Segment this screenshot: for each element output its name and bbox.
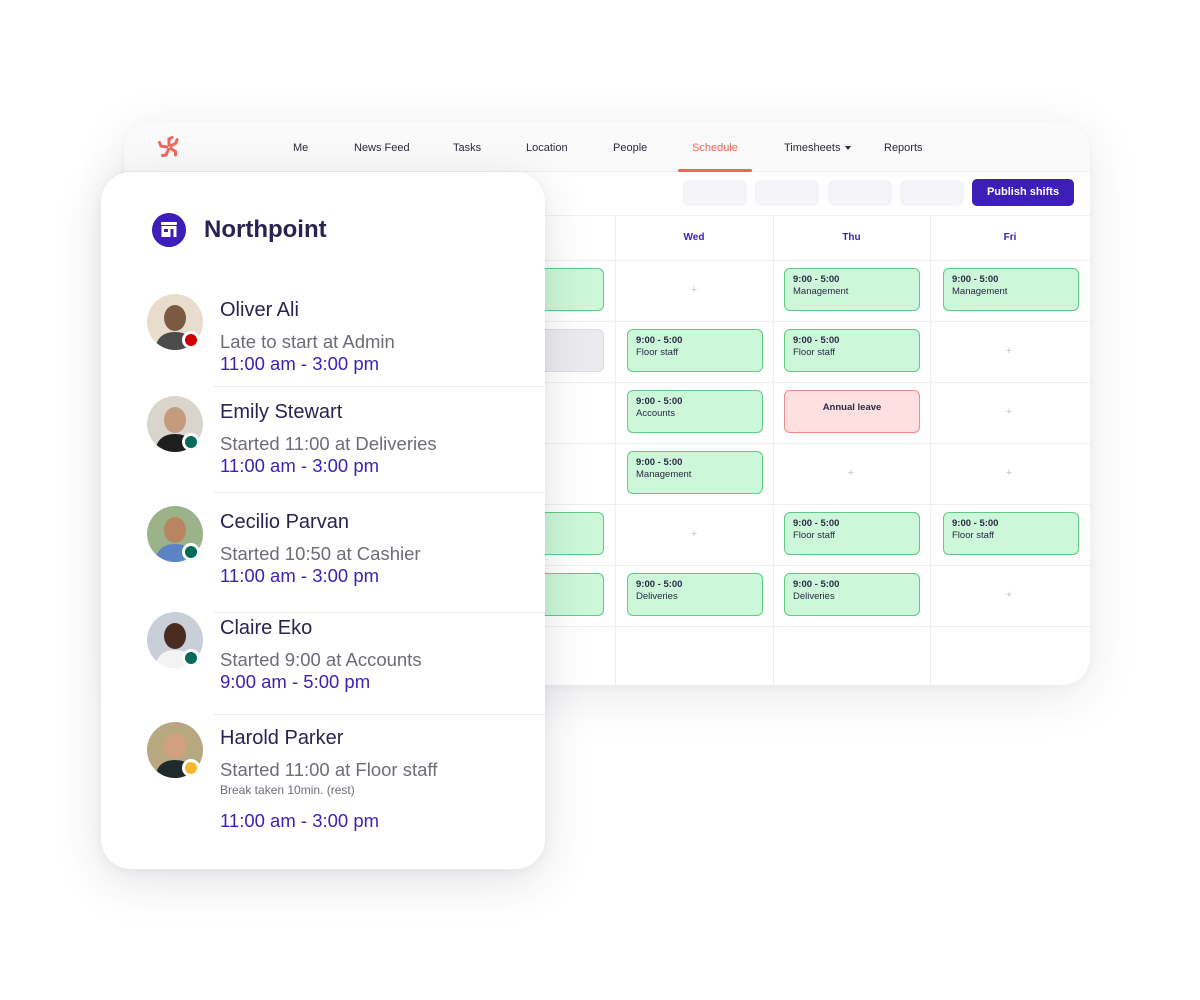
shift-time: 9:00 - 5:00 [793, 274, 840, 285]
list-divider [214, 492, 545, 493]
add-shift-icon[interactable]: + [1003, 589, 1015, 601]
nav-news-feed[interactable]: News Feed [354, 122, 410, 172]
starburst-logo-icon[interactable] [158, 136, 180, 158]
nav-reports[interactable]: Reports [884, 122, 923, 172]
shift-block[interactable]: 9:00 - 5:00 Deliveries [784, 573, 920, 616]
shift-time-range: 11:00 am - 3:00 pm [220, 353, 380, 374]
shift-time: 9:00 - 5:00 [793, 335, 840, 346]
shift-role: Management [952, 286, 1008, 297]
location-title: Northpoint [204, 216, 327, 243]
person-status: Late to start at Admin [220, 331, 395, 352]
person-name: Cecilio Parvan [220, 511, 349, 533]
day-header-wed: Wed [683, 232, 705, 243]
publish-shifts-button[interactable]: Publish shifts [972, 179, 1074, 206]
nav-people[interactable]: People [613, 122, 647, 172]
location-panel: Northpoint Oliver Ali Late to start at A… [101, 172, 545, 869]
shift-role: Deliveries [793, 591, 835, 602]
top-navigation: Me News Feed Tasks Location People Sched… [124, 122, 1090, 172]
shift-block[interactable]: 9:00 - 5:00 Floor staff [627, 329, 763, 372]
person-list-item[interactable]: Claire Eko Started 9:00 at Accounts 9:00… [101, 608, 545, 715]
shift-block[interactable]: 9:00 - 5:00 Management [943, 268, 1079, 311]
nav-tasks[interactable]: Tasks [453, 122, 481, 172]
nav-me[interactable]: Me [293, 122, 308, 172]
shift-time-range: 9:00 am - 5:00 pm [220, 671, 371, 692]
grid-divider [773, 216, 774, 685]
person-status: Started 11:00 at Floor staff [220, 759, 438, 780]
nav-timesheets-label: Timesheets [784, 142, 841, 154]
grid-divider [615, 216, 616, 685]
shift-block[interactable]: 9:00 - 5:00 Floor staff [784, 512, 920, 555]
list-divider [214, 714, 545, 715]
person-name: Emily Stewart [220, 401, 343, 423]
store-icon [152, 213, 186, 247]
person-name: Harold Parker [220, 727, 344, 749]
shift-role: Floor staff [793, 530, 836, 541]
shift-block[interactable]: 9:00 - 5:00 Accounts [627, 390, 763, 433]
nav-timesheets[interactable]: Timesheets [784, 122, 852, 172]
add-shift-icon[interactable]: + [688, 284, 700, 296]
shift-block[interactable]: 9:00 - 5:00 Deliveries [627, 573, 763, 616]
person-list-item[interactable]: Emily Stewart Started 11:00 at Deliverie… [101, 392, 545, 493]
person-status: Started 9:00 at Accounts [220, 649, 422, 670]
avatar [147, 612, 203, 668]
toolbar-control-4[interactable] [900, 180, 964, 206]
add-shift-icon[interactable]: + [845, 467, 857, 479]
shift-time-range: 11:00 am - 3:00 pm [220, 565, 380, 586]
avatar [147, 294, 203, 350]
avatar [147, 722, 203, 778]
avatar [147, 396, 203, 452]
shift-block[interactable]: 9:00 - 5:00 Floor staff [943, 512, 1079, 555]
caret-down-icon [845, 146, 852, 150]
shift-role: Floor staff [952, 530, 995, 541]
shift-role: Accounts [636, 408, 676, 419]
status-indicator [182, 543, 200, 561]
nav-location[interactable]: Location [526, 122, 568, 172]
grid-divider [930, 216, 931, 685]
break-note: Break taken 10min. (rest) [220, 783, 355, 797]
shift-time: 9:00 - 5:00 [793, 518, 840, 529]
shift-time: 9:00 - 5:00 [793, 579, 840, 590]
day-header-thu: Thu [842, 232, 861, 243]
shift-time: 9:00 - 5:00 [636, 457, 683, 468]
shift-time: 9:00 - 5:00 [636, 396, 683, 407]
shift-time-range: 11:00 am - 3:00 pm [220, 455, 380, 476]
shift-role: Deliveries [636, 591, 678, 602]
person-status: Started 10:50 at Cashier [220, 543, 421, 564]
toolbar-control-2[interactable] [755, 180, 819, 206]
person-status: Started 11:00 at Deliveries [220, 433, 437, 454]
toolbar-control-3[interactable] [828, 180, 892, 206]
add-shift-icon[interactable]: + [688, 528, 700, 540]
shift-role: Floor staff [793, 347, 836, 358]
shift-time: 9:00 - 5:00 [636, 335, 683, 346]
status-indicator [182, 759, 200, 777]
shift-role: Management [636, 469, 692, 480]
status-indicator [182, 331, 200, 349]
list-divider [214, 386, 545, 387]
add-shift-icon[interactable]: + [1003, 467, 1015, 479]
shift-block[interactable]: 9:00 - 5:00 Management [627, 451, 763, 494]
person-list-item[interactable]: Oliver Ali Late to start at Admin 11:00 … [101, 290, 545, 390]
annual-leave-block[interactable]: Annual leave [784, 390, 920, 433]
shift-block[interactable]: 9:00 - 5:00 Floor staff [784, 329, 920, 372]
day-header-fri: Fri [1003, 232, 1017, 243]
shift-block[interactable]: 9:00 - 5:00 Management [784, 268, 920, 311]
status-indicator [182, 649, 200, 667]
shift-time: 9:00 - 5:00 [636, 579, 683, 590]
add-shift-icon[interactable]: + [1003, 345, 1015, 357]
person-name: Oliver Ali [220, 299, 299, 321]
add-shift-icon[interactable]: + [1003, 406, 1015, 418]
status-indicator [182, 433, 200, 451]
person-name: Claire Eko [220, 617, 313, 639]
avatar [147, 506, 203, 562]
shift-role: Floor staff [636, 347, 679, 358]
shift-time: 9:00 - 5:00 [952, 274, 999, 285]
person-list-item[interactable]: Harold Parker Started 11:00 at Floor sta… [101, 718, 545, 831]
person-list-item[interactable]: Cecilio Parvan Started 10:50 at Cashier … [101, 502, 545, 613]
nav-schedule[interactable]: Schedule [678, 122, 752, 172]
shift-role: Management [793, 286, 849, 297]
toolbar-control-1[interactable] [683, 180, 747, 206]
shift-time-range: 11:00 am - 3:00 pm [220, 810, 380, 831]
shift-time: 9:00 - 5:00 [952, 518, 999, 529]
